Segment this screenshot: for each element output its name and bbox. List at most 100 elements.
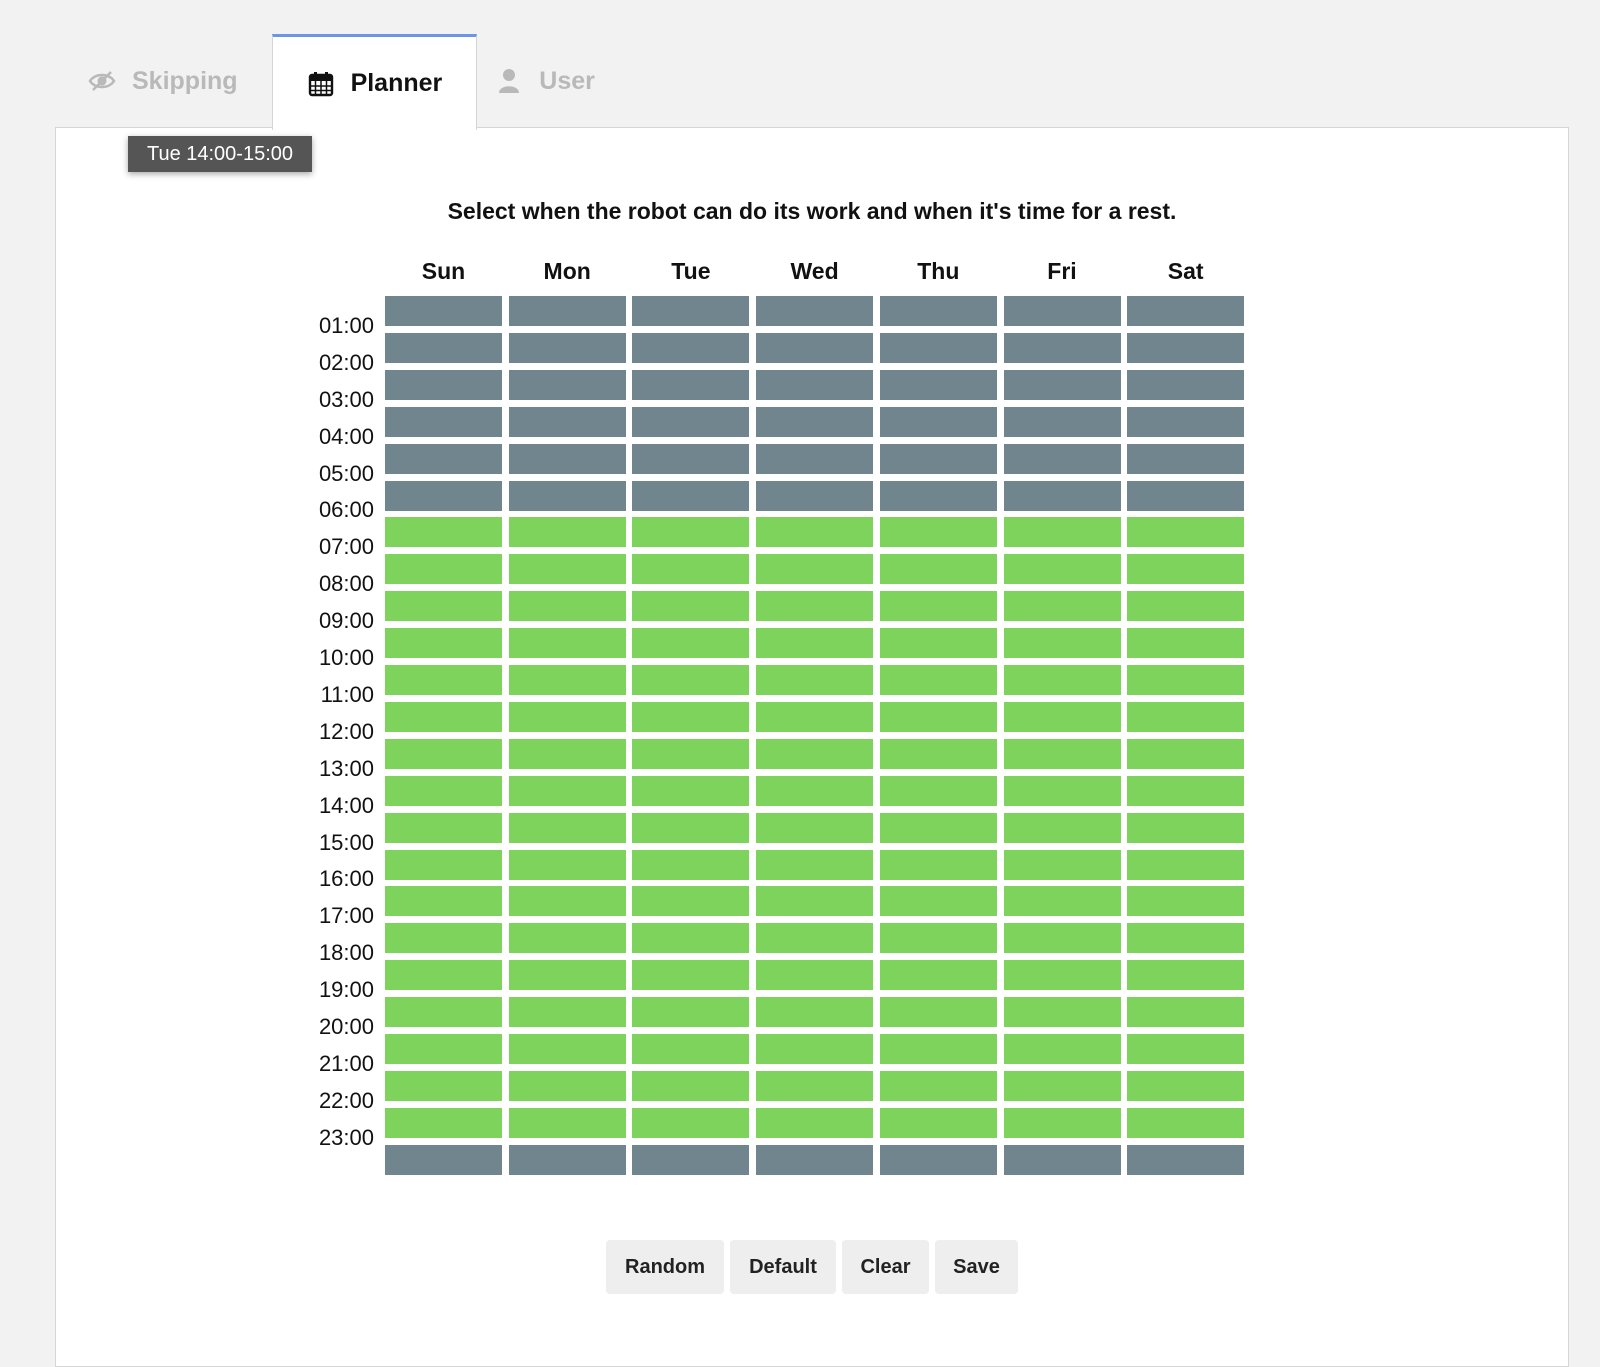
time-slot[interactable] — [879, 923, 997, 954]
time-slot[interactable] — [632, 443, 750, 474]
time-slot[interactable] — [632, 296, 750, 326]
time-slot[interactable] — [879, 886, 997, 917]
time-slot[interactable] — [756, 443, 874, 474]
time-slot[interactable] — [756, 554, 874, 585]
time-slot[interactable] — [632, 997, 750, 1028]
time-slot[interactable] — [1003, 997, 1121, 1028]
time-slot[interactable] — [508, 665, 626, 695]
time-slot[interactable] — [1127, 997, 1245, 1028]
time-slot[interactable] — [756, 849, 874, 880]
time-slot[interactable] — [1127, 812, 1245, 843]
day-header[interactable]: Sun — [385, 258, 502, 285]
time-slot[interactable] — [385, 775, 502, 806]
time-slot[interactable] — [1127, 701, 1245, 732]
time-slot[interactable] — [385, 554, 502, 585]
time-slot[interactable] — [879, 849, 997, 880]
day-header[interactable]: Fri — [1004, 258, 1121, 285]
time-slot[interactable] — [508, 296, 626, 326]
time-slot[interactable] — [632, 554, 750, 585]
time-slot[interactable] — [879, 1070, 997, 1101]
time-slot[interactable] — [1127, 1034, 1245, 1064]
time-slot[interactable] — [756, 628, 874, 659]
time-slot[interactable] — [385, 332, 502, 363]
time-slot[interactable] — [756, 480, 874, 511]
time-slot[interactable] — [632, 1144, 750, 1175]
time-slot[interactable] — [756, 923, 874, 954]
time-slot[interactable] — [508, 591, 626, 622]
time-slot[interactable] — [632, 812, 750, 843]
time-slot[interactable] — [879, 812, 997, 843]
time-slot[interactable] — [508, 701, 626, 732]
time-slot[interactable] — [1003, 812, 1121, 843]
time-slot[interactable] — [1127, 369, 1245, 400]
time-slot[interactable] — [1003, 849, 1121, 880]
time-slot[interactable] — [508, 369, 626, 400]
time-slot[interactable] — [756, 517, 874, 548]
time-slot[interactable] — [1003, 369, 1121, 400]
time-slot[interactable] — [1003, 1034, 1121, 1064]
time-slot[interactable] — [756, 886, 874, 917]
time-slot[interactable] — [385, 1144, 502, 1175]
time-slot[interactable] — [385, 628, 502, 659]
time-slot[interactable] — [1127, 554, 1245, 585]
time-slot[interactable] — [385, 369, 502, 400]
time-slot[interactable] — [1003, 738, 1121, 769]
time-slot[interactable] — [385, 1107, 502, 1138]
time-slot[interactable] — [756, 369, 874, 400]
time-slot[interactable] — [1003, 554, 1121, 585]
time-slot[interactable] — [508, 628, 626, 659]
time-slot[interactable] — [385, 701, 502, 732]
time-slot[interactable] — [879, 1107, 997, 1138]
time-slot[interactable] — [879, 296, 997, 326]
time-slot[interactable] — [756, 775, 874, 806]
time-slot[interactable] — [385, 738, 502, 769]
clear-button[interactable]: Clear — [842, 1240, 929, 1294]
time-slot[interactable] — [1003, 701, 1121, 732]
time-slot[interactable] — [1003, 296, 1121, 326]
time-slot[interactable] — [385, 997, 502, 1028]
time-slot[interactable] — [879, 554, 997, 585]
time-slot[interactable] — [879, 517, 997, 548]
time-slot[interactable] — [385, 812, 502, 843]
time-slot[interactable] — [1003, 591, 1121, 622]
time-slot[interactable] — [632, 923, 750, 954]
time-slot[interactable] — [508, 1034, 626, 1064]
time-slot[interactable] — [1127, 738, 1245, 769]
time-slot[interactable] — [508, 1070, 626, 1101]
time-slot[interactable] — [1127, 443, 1245, 474]
time-slot[interactable] — [508, 554, 626, 585]
time-slot[interactable] — [632, 369, 750, 400]
tab-planner[interactable]: Planner — [271, 34, 478, 130]
time-slot[interactable] — [1003, 1144, 1121, 1175]
time-slot[interactable] — [385, 960, 502, 991]
time-slot[interactable] — [879, 443, 997, 474]
time-slot[interactable] — [879, 960, 997, 991]
time-slot[interactable] — [385, 443, 502, 474]
time-slot[interactable] — [632, 886, 750, 917]
time-slot[interactable] — [1127, 332, 1245, 363]
time-slot[interactable] — [879, 738, 997, 769]
time-slot[interactable] — [1127, 591, 1245, 622]
time-slot[interactable] — [508, 738, 626, 769]
time-slot[interactable] — [1003, 960, 1121, 991]
time-slot[interactable] — [632, 406, 750, 437]
time-slot[interactable] — [508, 332, 626, 363]
time-slot[interactable] — [1003, 406, 1121, 437]
time-slot[interactable] — [632, 332, 750, 363]
time-slot[interactable] — [1127, 628, 1245, 659]
time-slot[interactable] — [508, 812, 626, 843]
time-slot[interactable] — [632, 701, 750, 732]
time-slot[interactable] — [1127, 406, 1245, 437]
time-slot[interactable] — [632, 775, 750, 806]
time-slot[interactable] — [385, 665, 502, 695]
time-slot[interactable] — [879, 628, 997, 659]
time-slot[interactable] — [756, 1034, 874, 1064]
time-slot[interactable] — [1127, 886, 1245, 917]
time-slot[interactable] — [385, 849, 502, 880]
time-slot[interactable] — [508, 997, 626, 1028]
time-slot[interactable] — [1127, 923, 1245, 954]
time-slot[interactable] — [879, 480, 997, 511]
time-slot[interactable] — [756, 701, 874, 732]
time-slot[interactable] — [1127, 775, 1245, 806]
time-slot[interactable] — [879, 775, 997, 806]
